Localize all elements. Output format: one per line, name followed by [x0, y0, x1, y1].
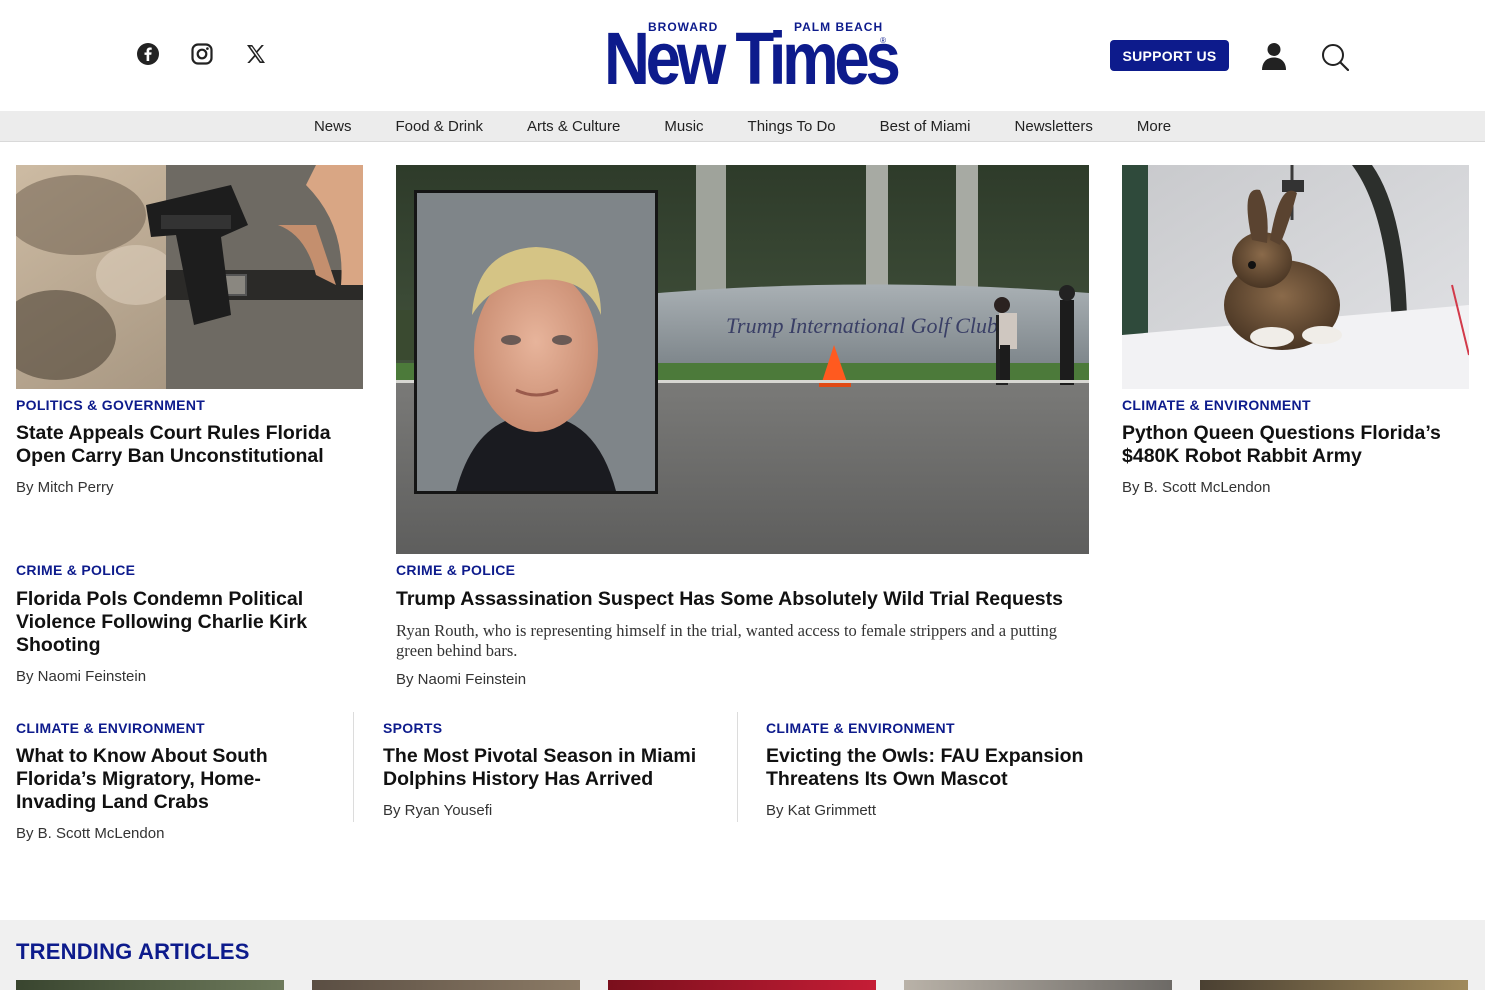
- category-crime-police-feature[interactable]: CRIME & POLICE: [396, 562, 515, 578]
- category-climate-environment-owls[interactable]: CLIMATE & ENVIRONMENT: [766, 720, 955, 736]
- support-us-button[interactable]: SUPPORT US: [1110, 40, 1229, 71]
- headline-charlie-kirk[interactable]: Florida Pols Condemn Political Violence …: [16, 588, 316, 657]
- social-links: [136, 42, 268, 66]
- headline-trump-suspect[interactable]: Trump Assassination Suspect Has Some Abs…: [396, 588, 1089, 611]
- category-climate-environment-crabs[interactable]: CLIMATE & ENVIRONMENT: [16, 720, 205, 736]
- headline-robot-rabbit[interactable]: Python Queen Questions Florida’s $480K R…: [1122, 422, 1472, 468]
- byline-mitch-perry[interactable]: By Mitch Perry: [16, 479, 114, 496]
- trending-thumb-2[interactable]: [312, 980, 580, 990]
- logo-registered-mark: ®: [880, 36, 886, 45]
- nav-item-newsletters[interactable]: Newsletters: [993, 118, 1115, 135]
- user-account-icon[interactable]: [1262, 42, 1286, 70]
- feature-image-trump-suspect[interactable]: Trump International Golf Club: [396, 165, 1089, 554]
- trending-thumb-3[interactable]: [608, 980, 876, 990]
- trending-thumb-1[interactable]: [16, 980, 284, 990]
- headline-open-carry[interactable]: State Appeals Court Rules Florida Open C…: [16, 422, 366, 468]
- headline-fau-owls[interactable]: Evicting the Owls: FAU Expansion Threate…: [766, 745, 1086, 791]
- main-nav: News Food & Drink Arts & Culture Music T…: [0, 111, 1485, 142]
- instagram-icon[interactable]: [190, 42, 214, 66]
- search-icon[interactable]: [1321, 43, 1349, 71]
- x-twitter-icon[interactable]: [244, 42, 268, 66]
- column-divider: [353, 712, 354, 822]
- headline-dolphins[interactable]: The Most Pivotal Season in Miami Dolphin…: [383, 745, 713, 791]
- category-politics-government[interactable]: POLITICS & GOVERNMENT: [16, 397, 205, 413]
- byline-b-scott-mclendon-crabs[interactable]: By B. Scott McLendon: [16, 825, 164, 842]
- nav-item-more[interactable]: More: [1115, 118, 1193, 135]
- article-image-open-carry[interactable]: [16, 165, 363, 389]
- category-climate-environment-rabbit[interactable]: CLIMATE & ENVIRONMENT: [1122, 397, 1311, 413]
- trending-title: TRENDING ARTICLES: [16, 939, 250, 964]
- nav-item-things-to-do[interactable]: Things To Do: [726, 118, 858, 135]
- nav-item-food-drink[interactable]: Food & Drink: [373, 118, 505, 135]
- headline-land-crabs[interactable]: What to Know About South Florida’s Migra…: [16, 745, 336, 814]
- nav-item-best-of-miami[interactable]: Best of Miami: [858, 118, 993, 135]
- site-logo[interactable]: BROWARD PALM BEACH New Times ®: [604, 18, 901, 96]
- article-image-robot-rabbit[interactable]: [1122, 165, 1469, 389]
- nav-item-arts-culture[interactable]: Arts & Culture: [505, 118, 642, 135]
- site-header: BROWARD PALM BEACH New Times ® SUPPORT U…: [0, 0, 1485, 111]
- nav-item-music[interactable]: Music: [642, 118, 725, 135]
- trending-section: TRENDING ARTICLES: [0, 920, 1485, 990]
- trending-thumb-4[interactable]: [904, 980, 1172, 990]
- category-sports[interactable]: SPORTS: [383, 720, 442, 736]
- byline-b-scott-mclendon-rabbit[interactable]: By B. Scott McLendon: [1122, 479, 1270, 496]
- dek-trump-suspect: Ryan Routh, who is representing himself …: [396, 621, 1058, 660]
- byline-naomi-feinstein-feature[interactable]: By Naomi Feinstein: [396, 671, 526, 688]
- holstered-handgun-photo: [16, 165, 363, 389]
- facebook-icon[interactable]: [136, 42, 160, 66]
- nav-item-news[interactable]: News: [292, 118, 374, 135]
- logo-wordmark: New Times: [604, 17, 901, 100]
- trending-thumb-5[interactable]: [1200, 980, 1468, 990]
- byline-naomi-feinstein-kirk[interactable]: By Naomi Feinstein: [16, 668, 146, 685]
- byline-ryan-yousefi[interactable]: By Ryan Yousefi: [383, 802, 492, 819]
- category-crime-police-kirk[interactable]: CRIME & POLICE: [16, 562, 135, 578]
- mugshot-over-golf-club-photo: Trump International Golf Club: [396, 165, 1089, 554]
- byline-kat-grimmett[interactable]: By Kat Grimmett: [766, 802, 876, 819]
- golf-club-sign-text: Trump International Golf Club: [726, 313, 998, 338]
- column-divider: [737, 712, 738, 822]
- robot-rabbit-photo: [1122, 165, 1469, 389]
